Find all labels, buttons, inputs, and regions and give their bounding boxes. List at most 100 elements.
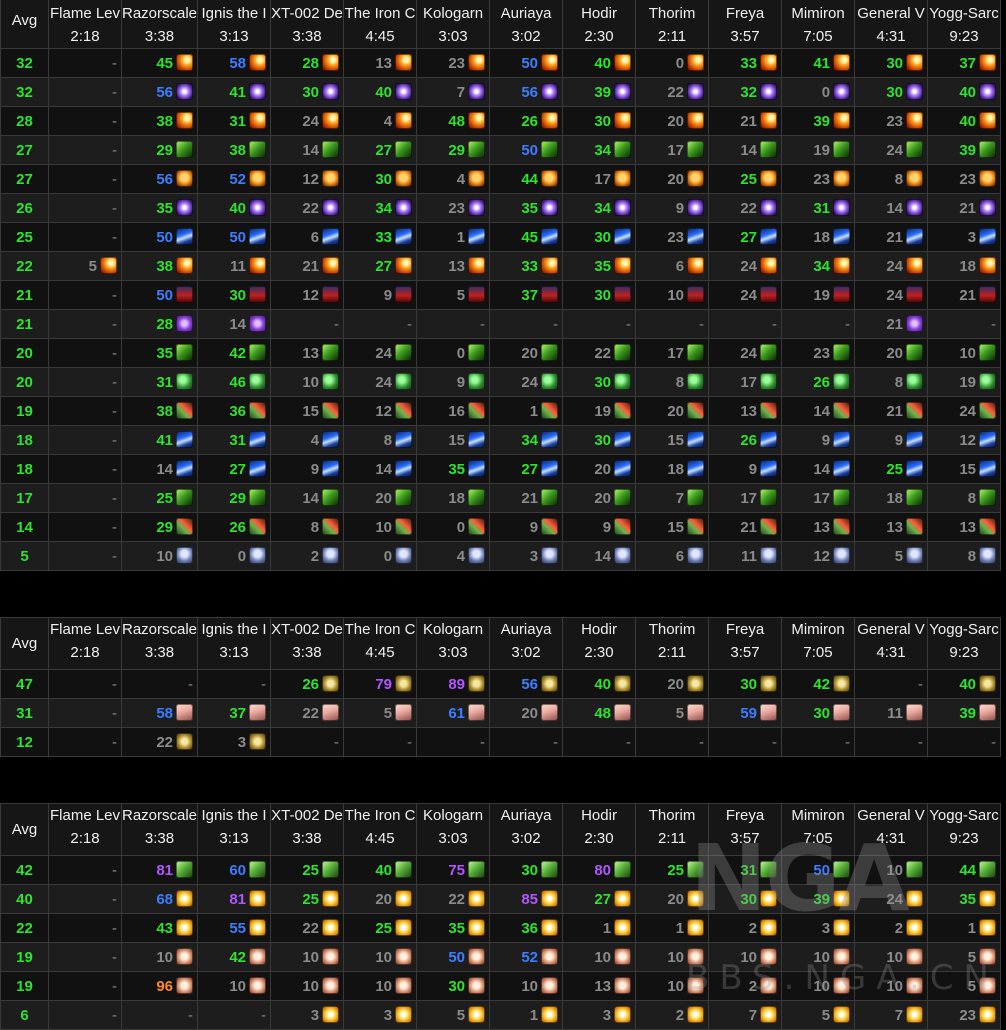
usage-cell: 7 [708,1000,783,1030]
usage-value: 27 [594,890,612,908]
boss-column-header[interactable]: Thorim 2:11 [635,0,710,49]
burst-icon [322,1005,340,1023]
sword-icon [468,517,486,535]
table-row: 19 - 38 36 15 12 16 1 19 20 13 14 21 24 [0,396,1002,426]
usage-cell: 1 [635,913,710,943]
boss-column-header[interactable]: Mimiron 7:05 [781,617,856,670]
usage-value: 35 [594,257,612,275]
boss-column-header[interactable]: Kologarn 3:03 [416,803,491,856]
avg-value: 25 [0,222,49,252]
avg-header[interactable]: Avg [0,617,49,670]
boss-column-header[interactable]: Razorscale 3:38 [120,617,199,670]
usage-cell: 21 [927,193,1002,223]
boss-column-header[interactable]: Thorim 2:11 [635,803,710,856]
leaf-icon [833,860,851,878]
sword-icon [833,401,851,419]
avg-header[interactable]: Avg [0,803,49,856]
boss-column-header[interactable]: Ignis the I 3:13 [197,0,272,49]
boss-column-header[interactable]: Hodir 2:30 [562,0,637,49]
boss-column-header[interactable]: Yogg-Sarc 9:23 [927,803,1002,856]
boss-column-header[interactable]: Auriaya 3:02 [489,0,564,49]
usage-cell: 9 [635,193,710,223]
boss-column-header[interactable]: Freya 3:57 [708,0,783,49]
usage-value: 10 [667,286,685,304]
boss-column-header[interactable]: Auriaya 3:02 [489,803,564,856]
usage-cell: - [48,669,122,699]
boss-column-header[interactable]: XT-002 De 3:38 [270,0,345,49]
boss-column-header[interactable]: Thorim 2:11 [635,617,710,670]
usage-value: 24 [740,286,758,304]
boss-column-header[interactable]: The Iron C 4:45 [343,0,418,49]
boss-column-header[interactable]: Kologarn 3:03 [416,0,491,49]
boss-column-header[interactable]: Mimiron 7:05 [781,0,856,49]
boss-column-header[interactable]: Ignis the I 3:13 [197,617,272,670]
nature-icon [395,343,413,361]
fire-icon [176,111,194,129]
usage-value: 15 [448,431,466,449]
usage-value: - [772,315,778,333]
usage-cell: 9 [562,512,637,542]
hand-icon [468,703,486,721]
usage-cell: 10 [781,942,856,972]
boss-column-header[interactable]: Flame Lev 2:18 [48,803,122,856]
usage-value: 0 [383,547,393,565]
boss-column-header[interactable]: General V 4:31 [854,617,929,670]
usage-value: 45 [156,54,174,72]
usage-cell: 37 [927,48,1002,78]
usage-value: 23 [886,112,904,130]
boss-column-header[interactable]: The Iron C 4:45 [343,803,418,856]
boss-column-header[interactable]: Flame Lev 2:18 [48,0,122,49]
boss-column-header[interactable]: Yogg-Sarc 9:23 [927,0,1002,49]
usage-value: 8 [894,170,904,188]
boss-column-header[interactable]: Ignis the I 3:13 [197,803,272,856]
boss-column-header[interactable]: General V 4:31 [854,0,929,49]
boss-column-header[interactable]: Hodir 2:30 [562,803,637,856]
usage-value: 60 [229,861,247,879]
usage-cell: - [48,222,122,252]
usage-cell: 35 [489,193,564,223]
avg-value: 19 [0,396,49,426]
rune-icon [906,947,924,965]
lightning-icon [614,430,632,448]
usage-cell: 42 [197,942,272,972]
boss-column-header[interactable]: Razorscale 3:38 [120,803,199,856]
lightning-icon [176,227,194,245]
table-row: 6 - - - 3 3 5 1 3 2 7 5 7 23 [0,1000,1002,1030]
lightning-icon [833,459,851,477]
boss-column-header[interactable]: XT-002 De 3:38 [270,803,345,856]
boss-column-header[interactable]: Hodir 2:30 [562,617,637,670]
boss-column-header[interactable]: Flame Lev 2:18 [48,617,122,670]
boss-column-header[interactable]: Yogg-Sarc 9:23 [927,617,1002,670]
burst-icon [979,889,997,907]
boss-name: Mimiron [791,621,845,638]
usage-value: 42 [229,948,247,966]
boss-column-header[interactable]: The Iron C 4:45 [343,617,418,670]
usage-value: 17 [667,344,685,362]
boss-column-header[interactable]: Kologarn 3:03 [416,617,491,670]
boss-name: Freya [725,621,765,638]
boss-kill-time: 2:18 [70,830,100,847]
usage-value: 8 [675,373,685,391]
avg-header[interactable]: Avg [0,0,49,49]
claw-icon [541,372,559,390]
usage-value: 75 [448,861,466,879]
usage-cell: 40 [562,48,637,78]
burst-icon [833,918,851,936]
boss-column-header[interactable]: General V 4:31 [854,803,929,856]
boss-column-header[interactable]: Freya 3:57 [708,617,783,670]
usage-cell: - [416,309,491,339]
usage-cell: 38 [120,106,199,136]
boss-column-header[interactable]: Auriaya 3:02 [489,617,564,670]
boss-name: The Iron C [344,5,416,22]
boss-column-header[interactable]: XT-002 De 3:38 [270,617,345,670]
fire-icon [614,256,632,274]
usage-value: 27 [740,228,758,246]
table-row: 12 - 22 3 - - - - - - - - - - [0,727,1002,757]
usage-value: 21 [886,402,904,420]
usage-cell: 21 [708,512,783,542]
boss-column-header[interactable]: Mimiron 7:05 [781,803,856,856]
boss-column-header[interactable]: Freya 3:57 [708,803,783,856]
boss-column-header[interactable]: Razorscale 3:38 [120,0,199,49]
table-row: 22 - 43 55 22 25 35 36 1 1 2 3 2 1 [0,913,1002,943]
table-row: 20 - 35 42 13 24 0 20 22 17 24 23 20 10 [0,338,1002,368]
